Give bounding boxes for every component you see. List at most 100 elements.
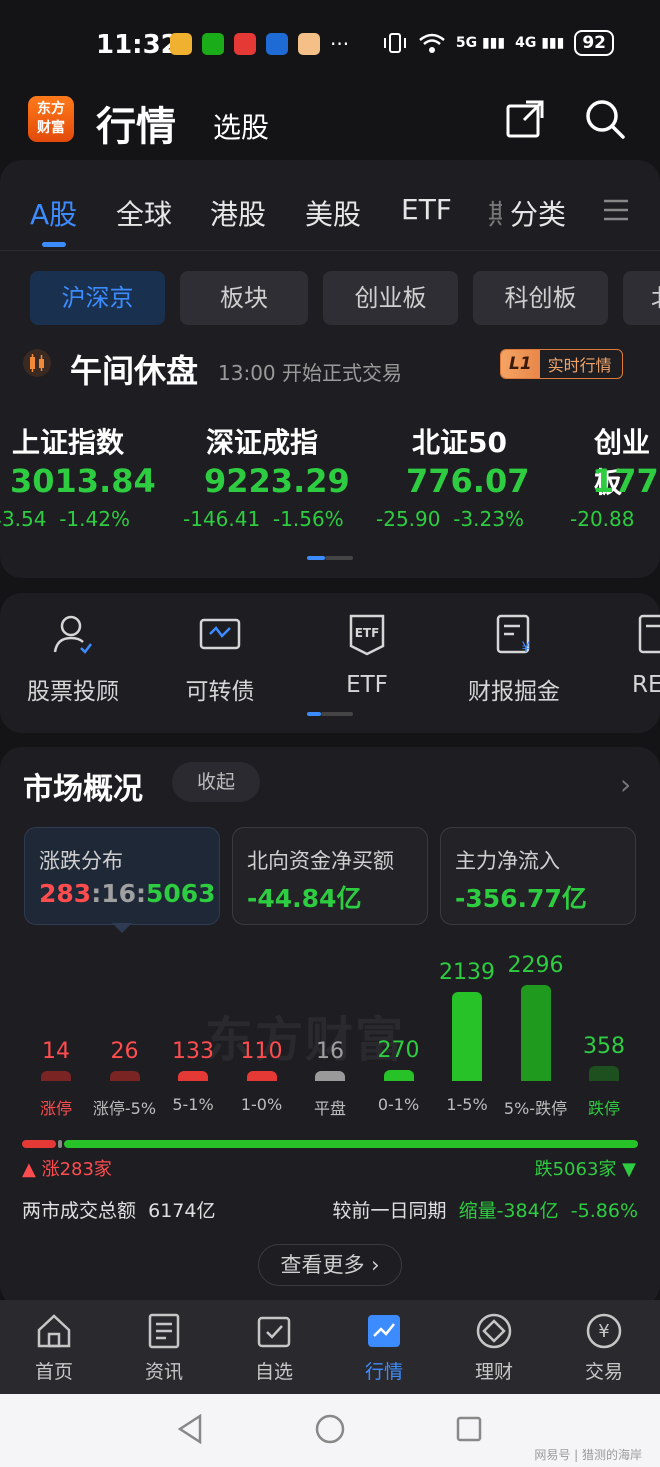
share-icon[interactable]: [504, 98, 546, 140]
tab-hk[interactable]: 港股: [210, 193, 266, 233]
wealth-icon: [476, 1313, 512, 1349]
index-value: 3013.84: [10, 462, 156, 500]
chart-bar: [589, 1066, 619, 1081]
chart-value-label: 270: [377, 1037, 420, 1063]
index-name: 上证指数: [12, 426, 125, 459]
shortcut-stock-advisor[interactable]: 股票投顾: [3, 672, 143, 706]
index-change: -25.90 -3.23%: [376, 507, 524, 531]
view-more-button[interactable]: 查看更多 ›: [258, 1244, 402, 1286]
chart-bar: [178, 1071, 208, 1081]
svg-text:¥: ¥: [522, 640, 531, 656]
app-icon: [298, 33, 320, 55]
news-icon: [148, 1313, 180, 1349]
tab-us[interactable]: 美股: [305, 193, 361, 233]
shortcut-pager-active: [307, 712, 321, 716]
battery-indicator: 92: [574, 30, 614, 56]
re-icon: [638, 614, 660, 654]
more-notifications: ···: [330, 32, 350, 56]
chart-value-label: 110: [240, 1039, 283, 1064]
tab-futures[interactable]: 期: [488, 193, 502, 233]
shortcut-convertible-bond[interactable]: 可转债: [150, 672, 290, 706]
status-right: 5G ▮▮▮ 4G ▮▮▮ 92: [382, 30, 614, 56]
tab-category[interactable]: 分类: [510, 193, 566, 233]
tab-underline: [42, 242, 66, 247]
home-circle-icon[interactable]: [315, 1414, 345, 1444]
turnover: 两市成交总额 6174亿: [22, 1200, 216, 1222]
signal-4g: 4G ▮▮▮: [515, 35, 565, 51]
pager-active: [307, 556, 325, 560]
stat-value: -356.77亿: [455, 884, 587, 913]
chart-bar: [315, 1071, 345, 1081]
stat-value: 283:16:5063: [39, 879, 216, 908]
session-note: 13:00 开始正式交易: [218, 361, 402, 385]
index-value: 776.07: [406, 462, 530, 500]
nav-wealth[interactable]: 理财: [454, 1357, 534, 1384]
tab-global[interactable]: 全球: [116, 193, 172, 233]
chart-value-label: 16: [316, 1039, 344, 1064]
back-icon[interactable]: [176, 1414, 204, 1444]
bottom-nav: [0, 1300, 660, 1394]
app-icon: [266, 33, 288, 55]
down-count: 跌5063家 ▼: [534, 1159, 636, 1180]
chart-bar: [41, 1071, 71, 1081]
signal-5g: 5G ▮▮▮: [455, 35, 506, 51]
etf-icon: ETF: [349, 614, 385, 656]
progress-up: [22, 1140, 56, 1148]
nav-home[interactable]: 首页: [14, 1357, 94, 1384]
badge-text: 实时行情: [547, 356, 612, 375]
watchlist-icon: [257, 1316, 291, 1348]
chart-value-label: 26: [110, 1039, 139, 1064]
trade-icon: ¥: [586, 1313, 622, 1349]
stat-northbound[interactable]: 北向资金净买额 -44.84亿: [232, 827, 428, 925]
tab-etf[interactable]: ETF: [401, 193, 452, 226]
tabs-divider: [0, 250, 660, 251]
shortcut-re[interactable]: RE: [632, 672, 660, 698]
shortcut-earnings[interactable]: 财报掘金: [444, 672, 584, 706]
subtab-chinext[interactable]: 创业板: [323, 271, 458, 325]
chart-bar: [383, 1069, 414, 1081]
index-name: 北证50: [412, 426, 507, 459]
nav-trade[interactable]: 交易: [564, 1357, 644, 1384]
market-icon: [368, 1315, 400, 1347]
menu-icon[interactable]: [604, 198, 628, 222]
candlestick-icon: [23, 349, 51, 377]
pager-track: [325, 556, 353, 560]
stat-label: 北向资金净买额: [247, 849, 394, 873]
subtab-north[interactable]: 北: [623, 271, 660, 325]
turnover-compare: 较前一日同期 缩量-384亿 -5.86%: [332, 1200, 638, 1222]
progress-flat: [58, 1140, 62, 1148]
stat-main-inflow[interactable]: 主力净流入 -356.77亿: [440, 827, 636, 925]
chart-bar: [246, 1071, 277, 1081]
report-icon: ¥: [496, 614, 531, 656]
chart-value-label: 2139: [439, 959, 495, 985]
logo-line1: 东方: [37, 101, 65, 117]
chevron-right-icon[interactable]: ›: [620, 768, 631, 801]
overview-title: 市场概况: [23, 772, 143, 807]
app-logo: 东方 财富: [28, 96, 74, 142]
chart-bar: [452, 991, 482, 1081]
subtab-sector[interactable]: 板块: [180, 271, 308, 325]
stat-rise-fall[interactable]: 涨跌分布 283:16:5063: [24, 827, 220, 925]
realtime-quote-badge[interactable]: L1 实时行情: [500, 349, 623, 379]
source-credit: 网易号 | 猎测的海岸: [534, 1448, 642, 1462]
nav-news[interactable]: 资讯: [124, 1357, 204, 1384]
convertible-bond-icon: [199, 618, 241, 650]
nav-watchlist[interactable]: 自选: [234, 1357, 314, 1384]
collapse-button[interactable]: 收起: [172, 762, 260, 802]
nav-market[interactable]: 行情: [344, 1357, 424, 1384]
subtab-hushenjing[interactable]: 沪深京: [30, 271, 165, 325]
recents-icon[interactable]: [456, 1416, 482, 1442]
tab-a-share[interactable]: A股: [30, 193, 77, 233]
shortcut-etf[interactable]: ETF: [297, 672, 437, 698]
up-count: ▲ 涨283家: [22, 1159, 112, 1180]
progress-down: [64, 1140, 638, 1148]
chart-value-label: 133: [172, 1039, 214, 1064]
badge-l1: L1: [501, 350, 540, 378]
stat-label: 主力净流入: [455, 849, 560, 873]
subtab-star[interactable]: 科创板: [473, 271, 608, 325]
svg-text:¥: ¥: [598, 1321, 609, 1342]
search-icon[interactable]: [584, 98, 626, 140]
session-status: 午间休盘: [70, 352, 199, 390]
stock-picker-tab[interactable]: 选股: [213, 106, 269, 146]
index-change: -43.54 -1.42%: [0, 507, 130, 531]
